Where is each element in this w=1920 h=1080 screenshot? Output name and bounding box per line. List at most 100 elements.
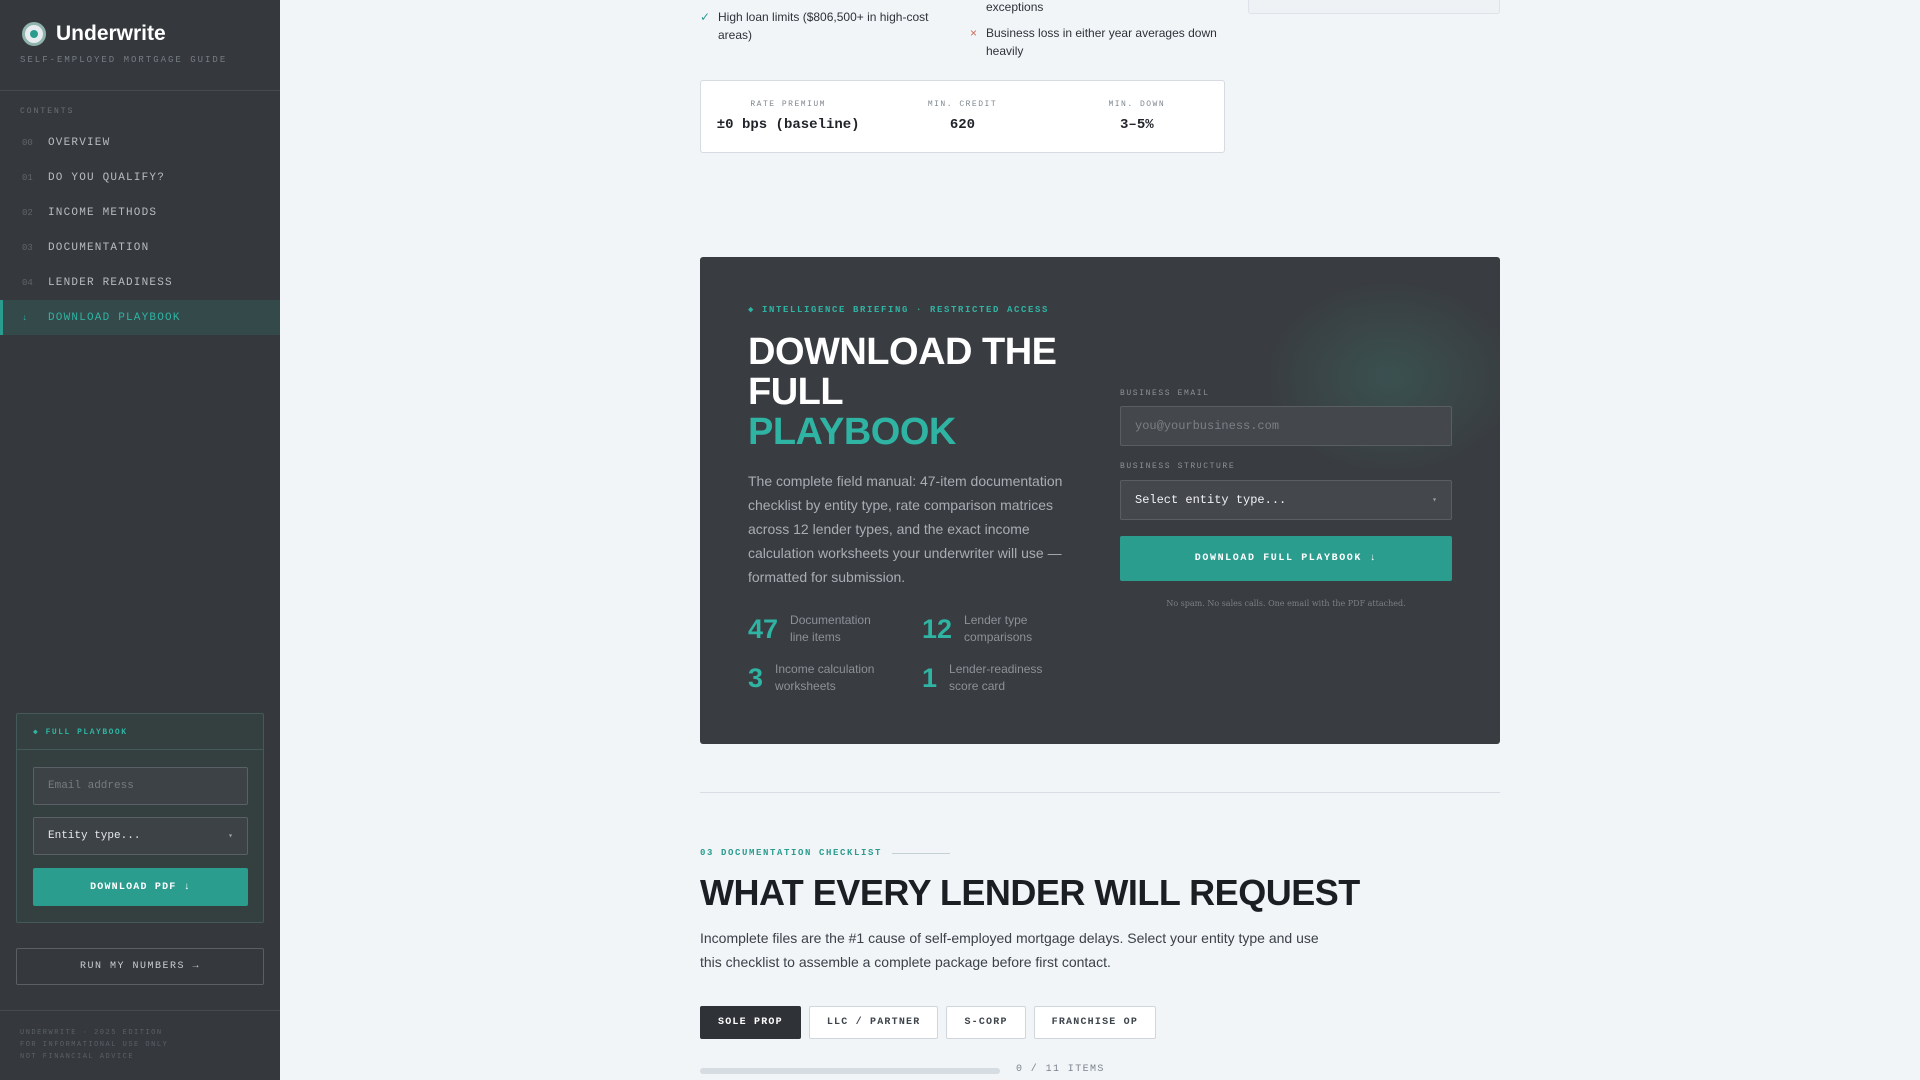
tab-franchise-op[interactable]: FRANCHISE OP <box>1033 1006 1157 1039</box>
loan-stats: RATE PREMIUM ±0 bps (baseline) MIN. CRED… <box>700 80 1225 153</box>
metric-worksheets: 3 Income calculation worksheets <box>748 661 885 695</box>
metric-lender-types: 12 Lender type comparisons <box>922 612 1044 646</box>
sidebar: Underwrite SELF-EMPLOYED MORTGAGE GUIDE … <box>0 0 280 1080</box>
nav-number: 03 <box>22 242 33 253</box>
footer-line: NOT FINANCIAL ADVICE <box>20 1053 135 1061</box>
sidebar-email-input[interactable]: Email address <box>33 767 248 805</box>
brand-name: Underwrite <box>56 22 166 45</box>
divider <box>0 90 280 91</box>
playbook-download-card: ◆ INTELLIGENCE BRIEFING · RESTRICTED ACC… <box>700 257 1500 744</box>
brand[interactable]: Underwrite <box>22 22 166 46</box>
metric-text: Lender-readiness score card <box>949 662 1043 693</box>
divider <box>0 1010 280 1011</box>
brand-subtitle: SELF-EMPLOYED MORTGAGE GUIDE <box>20 55 228 65</box>
nav-label: DO YOU QUALIFY? <box>48 171 166 184</box>
stat-min-down: MIN. DOWN 3–5% <box>1050 81 1224 152</box>
section-divider <box>700 792 1500 793</box>
tab-s-corp[interactable]: S-CORP <box>946 1006 1026 1039</box>
nav-number: 02 <box>22 207 33 218</box>
nav-number: 04 <box>22 277 33 288</box>
tab-sole-prop[interactable]: SOLE PROP <box>700 1006 801 1039</box>
sidebar-footer: UNDERWRITE · 2025 EDITION FOR INFORMATIO… <box>20 1027 168 1063</box>
stat-min-credit: MIN. CREDIT 620 <box>875 81 1049 152</box>
checklist-title: WHAT EVERY LENDER WILL REQUEST <box>700 872 1360 913</box>
stat-label: RATE PREMIUM <box>750 100 826 109</box>
download-arrow-icon: ↓ <box>22 312 28 323</box>
tab-llc-partner[interactable]: LLC / PARTNER <box>808 1006 939 1039</box>
cross-icon: × <box>970 26 978 40</box>
structure-label: BUSINESS STRUCTURE <box>1120 462 1236 471</box>
metric-text: Income calculation worksheets <box>775 662 875 693</box>
nav-item-qualify[interactable]: 01 DO YOU QUALIFY? <box>0 160 280 195</box>
business-email-input[interactable]: you@yourbusiness.com <box>1120 406 1452 446</box>
fine-print: No spam. No sales calls. One email with … <box>1166 599 1406 608</box>
card-header: ◆ FULL PLAYBOOK <box>17 714 263 750</box>
nav-label: LENDER READINESS <box>48 276 173 289</box>
metric-number: 12 <box>922 613 953 644</box>
progress-label: 0 / 11 ITEMS <box>1016 1064 1105 1075</box>
con-text: exceptions <box>986 0 1044 14</box>
stat-rate-premium: RATE PREMIUM ±0 bps (baseline) <box>701 81 875 152</box>
nav-item-documentation[interactable]: 03 DOCUMENTATION <box>0 230 280 265</box>
email-label: BUSINESS EMAIL <box>1120 389 1210 398</box>
download-full-playbook-button[interactable]: DOWNLOAD FULL PLAYBOOK ↓ <box>1120 536 1452 581</box>
eyebrow-rule <box>892 852 951 854</box>
card-title: ◆ FULL PLAYBOOK <box>33 727 128 737</box>
checklist-eyebrow: 03 DOCUMENTATION CHECKLIST <box>700 848 951 858</box>
contents-label: CONTENTS <box>20 107 75 116</box>
sidebar-playbook-card: ◆ FULL PLAYBOOK Email address Entity typ… <box>16 713 264 923</box>
chevron-down-icon: ▾ <box>1432 496 1437 505</box>
nav-item-income-methods[interactable]: 02 INCOME METHODS <box>0 195 280 230</box>
metric-number: 47 <box>748 613 779 644</box>
logo-icon <box>22 22 46 46</box>
footer-line: UNDERWRITE · 2025 EDITION <box>20 1029 163 1037</box>
stat-label: MIN. CREDIT <box>927 100 998 109</box>
check-icon: ✓ <box>700 10 711 24</box>
entity-select-value: Entity type... <box>48 830 141 842</box>
nav-label: DOCUMENTATION <box>48 241 150 254</box>
metric-number: 3 <box>748 662 764 693</box>
metric-text: Documentation line items <box>790 613 871 644</box>
run-my-numbers-button[interactable]: RUN MY NUMBERS → <box>16 948 264 985</box>
stat-label: MIN. DOWN <box>1108 100 1166 109</box>
metric-number: 1 <box>922 662 938 693</box>
stat-value: ±0 bps (baseline) <box>716 117 860 133</box>
sidebar-nav: 00 OVERVIEW 01 DO YOU QUALIFY? 02 INCOME… <box>0 125 280 335</box>
briefing-eyebrow: ◆ INTELLIGENCE BRIEFING · RESTRICTED ACC… <box>748 305 1050 315</box>
entity-tabs: SOLE PROP LLC / PARTNER S-CORP FRANCHISE… <box>700 1006 1157 1039</box>
briefing-description: The complete field manual: 47-item docum… <box>748 473 1063 585</box>
con-item: × Business loss in either year averages … <box>970 24 1226 60</box>
title-accent: PLAYBOOK <box>748 411 956 453</box>
footer-line: FOR INFORMATIONAL USE ONLY <box>20 1041 169 1049</box>
con-text: Business loss in either year averages do… <box>986 26 1217 58</box>
nav-number: 01 <box>22 172 33 183</box>
metric-text: Lender type comparisons <box>964 613 1033 644</box>
nav-item-lender-readiness[interactable]: 04 LENDER READINESS <box>0 265 280 300</box>
con-item-partial: exceptions <box>986 0 1226 16</box>
metric-documentation: 47 Documentation line items <box>748 612 871 646</box>
sidebar-entity-select[interactable]: Entity type... ▾ <box>33 817 248 855</box>
chevron-down-icon: ▾ <box>228 832 233 841</box>
nav-label: INCOME METHODS <box>48 206 158 219</box>
briefing-title: DOWNLOAD THE FULL PLAYBOOK <box>748 332 1057 452</box>
pro-text: High loan limits ($806,500+ in high-cost… <box>718 10 929 42</box>
stat-value: 620 <box>949 117 976 133</box>
checklist-progress-bar <box>700 1068 1000 1074</box>
nav-number: 00 <box>22 137 33 148</box>
nav-item-overview[interactable]: 00 OVERVIEW <box>0 125 280 160</box>
metric-score-card: 1 Lender-readiness score card <box>922 661 1069 695</box>
nav-item-download-playbook[interactable]: ↓ DOWNLOAD PLAYBOOK <box>0 300 280 335</box>
structure-select-value: Select entity type... <box>1135 493 1287 507</box>
eyebrow-text: 03 DOCUMENTATION CHECKLIST <box>700 848 883 858</box>
checklist-description: Incomplete files are the #1 cause of sel… <box>700 930 1319 970</box>
pro-item: ✓ High loan limits ($806,500+ in high-co… <box>700 8 948 44</box>
stat-value: 3–5% <box>1120 117 1154 133</box>
business-structure-select[interactable]: Select entity type... ▾ <box>1120 480 1452 520</box>
title-line: DOWNLOAD THE <box>748 331 1057 373</box>
side-panel <box>1248 0 1500 14</box>
background-glow <box>1260 277 1500 477</box>
title-line: FULL <box>748 371 844 413</box>
download-pdf-button[interactable]: DOWNLOAD PDF ↓ <box>33 868 248 906</box>
nav-label: DOWNLOAD PLAYBOOK <box>48 311 181 324</box>
nav-label: OVERVIEW <box>48 136 111 149</box>
